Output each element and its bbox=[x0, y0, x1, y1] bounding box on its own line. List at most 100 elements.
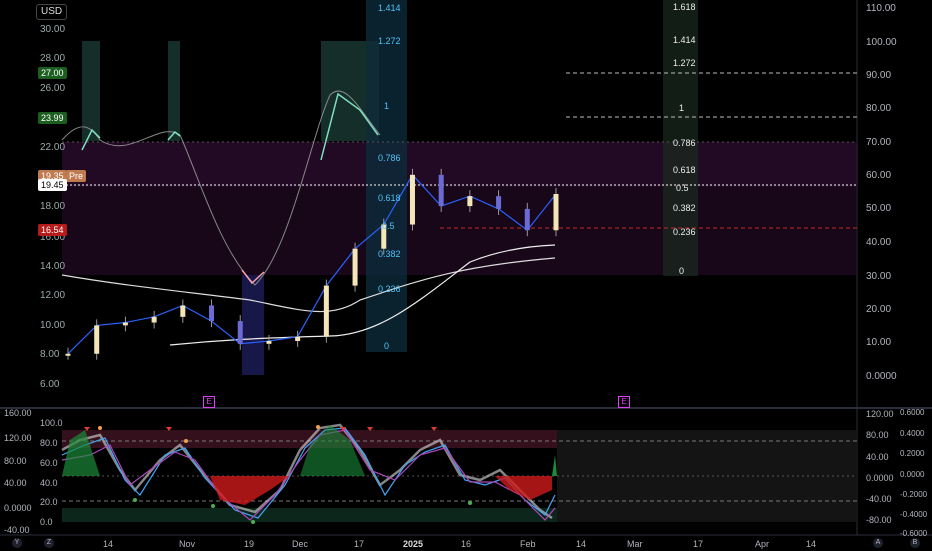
signal-dot bbox=[184, 439, 188, 443]
fib-level-label: 0.5 bbox=[676, 183, 689, 193]
time-axis-label: 17 bbox=[354, 539, 365, 549]
left-axis-tick: 18.00 bbox=[40, 201, 66, 212]
corner-button-y[interactable]: Y bbox=[12, 538, 22, 548]
time-axis-label: 17 bbox=[693, 539, 704, 549]
corner-button-b[interactable]: B bbox=[910, 538, 920, 548]
fib-level-label: 1.618 bbox=[673, 2, 696, 12]
osc-right-tick: -80.00 bbox=[866, 515, 892, 525]
currency-button[interactable]: USD bbox=[36, 4, 68, 20]
left-axis-tick: 28.00 bbox=[40, 53, 66, 64]
candle[interactable] bbox=[467, 196, 473, 207]
osc-far-right-tick: -0.2000 bbox=[900, 490, 928, 499]
time-axis-label: 16 bbox=[461, 539, 472, 549]
fib-level-label: 0 bbox=[384, 341, 390, 351]
fib-level-label: 0.786 bbox=[673, 138, 696, 148]
osc-far-right-tick: 0.6000 bbox=[900, 408, 925, 417]
left-axis-tick: 26.00 bbox=[40, 83, 66, 94]
signal-dot bbox=[98, 426, 102, 430]
fib-level-label: 1.272 bbox=[378, 36, 401, 46]
candle[interactable] bbox=[409, 174, 415, 225]
left-axis-tick: 8.00 bbox=[40, 349, 60, 360]
candle[interactable] bbox=[553, 194, 559, 231]
right-axis-tick: 100.00 bbox=[866, 37, 897, 48]
candle[interactable] bbox=[209, 305, 215, 322]
right-axis-tick: 70.00 bbox=[866, 137, 892, 148]
fib-level-label: 0.382 bbox=[378, 249, 401, 259]
time-axis-label: 2025 bbox=[403, 539, 424, 549]
earnings-marker[interactable]: E bbox=[203, 396, 215, 408]
fib-level-label: 1.272 bbox=[673, 58, 696, 68]
osc-far-right-tick: 0.0000 bbox=[900, 470, 925, 479]
candle[interactable] bbox=[524, 208, 530, 231]
fib-level-label: 0.382 bbox=[673, 203, 696, 213]
osc-left-tick: 160.00 bbox=[4, 408, 32, 418]
osc-left-tick: 120.00 bbox=[4, 433, 32, 443]
candle[interactable] bbox=[237, 321, 243, 344]
osc-left-tick: 60.0 bbox=[40, 458, 58, 468]
fib-level-label: 0.618 bbox=[673, 165, 696, 175]
candle[interactable] bbox=[266, 340, 272, 344]
osc-far-right-tick: 0.2000 bbox=[900, 449, 925, 458]
osc-left-tick: 80.0 bbox=[40, 438, 58, 448]
time-axis-label: Apr bbox=[755, 539, 770, 549]
osc-left-tick: 40.0 bbox=[40, 478, 58, 488]
osc-right-tick: -40.00 bbox=[866, 494, 892, 504]
right-axis-tick: 10.00 bbox=[866, 337, 892, 348]
left-axis-tick: 12.00 bbox=[40, 290, 66, 301]
time-axis-label: Nov bbox=[179, 539, 196, 549]
time-axis-label: 19 bbox=[244, 539, 255, 549]
osc-right-tick: 80.00 bbox=[866, 430, 889, 440]
candle[interactable] bbox=[295, 336, 301, 341]
signal-dot bbox=[468, 501, 472, 505]
fib-retracement-left[interactable] bbox=[366, 0, 407, 352]
candle[interactable] bbox=[438, 174, 444, 207]
vertical-band bbox=[168, 41, 180, 141]
fib-level-label: 0.786 bbox=[378, 153, 401, 163]
left-axis-tick: 14.00 bbox=[40, 261, 66, 272]
signal-dot bbox=[251, 520, 255, 524]
left-axis-tick: 6.00 bbox=[40, 379, 60, 390]
left-axis-tick: 10.00 bbox=[40, 320, 66, 331]
signal-dot bbox=[211, 504, 215, 508]
vertical-band bbox=[242, 275, 264, 375]
corner-button-a[interactable]: A bbox=[873, 538, 883, 548]
right-axis-tick: 50.00 bbox=[866, 203, 892, 214]
time-axis-label: Mar bbox=[627, 539, 643, 549]
earnings-marker[interactable]: E bbox=[618, 396, 630, 408]
osc-left-tick: 80.00 bbox=[4, 456, 27, 466]
osc-right-tick: 120.00 bbox=[866, 409, 894, 419]
signal-dot bbox=[316, 425, 320, 429]
right-axis-tick: 20.00 bbox=[866, 304, 892, 315]
candle[interactable] bbox=[180, 305, 186, 317]
osc-left-tick: 40.00 bbox=[4, 478, 27, 488]
osc-far-right-tick: 0.4000 bbox=[900, 429, 925, 438]
candle[interactable] bbox=[94, 325, 100, 354]
candle[interactable] bbox=[352, 248, 358, 286]
candle[interactable] bbox=[122, 322, 128, 326]
pre-market-label: Pre bbox=[66, 170, 87, 182]
right-axis-tick: 30.00 bbox=[866, 271, 892, 282]
candle[interactable] bbox=[65, 353, 71, 356]
time-axis-label: 14 bbox=[103, 539, 114, 549]
fib-level-label: 1.414 bbox=[673, 35, 696, 45]
candle[interactable] bbox=[151, 316, 157, 323]
price-tag: 27.00 bbox=[38, 67, 67, 79]
price-tag: 23.99 bbox=[38, 112, 67, 124]
osc-left-tick: 100.0 bbox=[40, 418, 63, 428]
candle[interactable] bbox=[323, 285, 329, 337]
time-axis-label: 14 bbox=[576, 539, 587, 549]
chart-canvas[interactable] bbox=[0, 0, 932, 550]
candle[interactable] bbox=[496, 196, 502, 209]
osc-left-tick: 0.0 bbox=[40, 517, 53, 527]
fib-level-label: 1.414 bbox=[378, 3, 401, 13]
right-axis-tick: 80.00 bbox=[866, 103, 892, 114]
osc-right-tick: 0.0000 bbox=[866, 473, 894, 483]
time-axis-label: Dec bbox=[292, 539, 309, 549]
last-price-tag: 19.45 bbox=[38, 179, 67, 191]
osc-left-tick: -40.00 bbox=[4, 525, 30, 535]
time-axis-label: Feb bbox=[520, 539, 536, 549]
corner-button-z[interactable]: Z bbox=[44, 538, 54, 548]
fib-level-label: 0.5 bbox=[382, 221, 395, 231]
fib-level-label: 1 bbox=[384, 101, 390, 111]
oversold-zone bbox=[62, 508, 557, 522]
